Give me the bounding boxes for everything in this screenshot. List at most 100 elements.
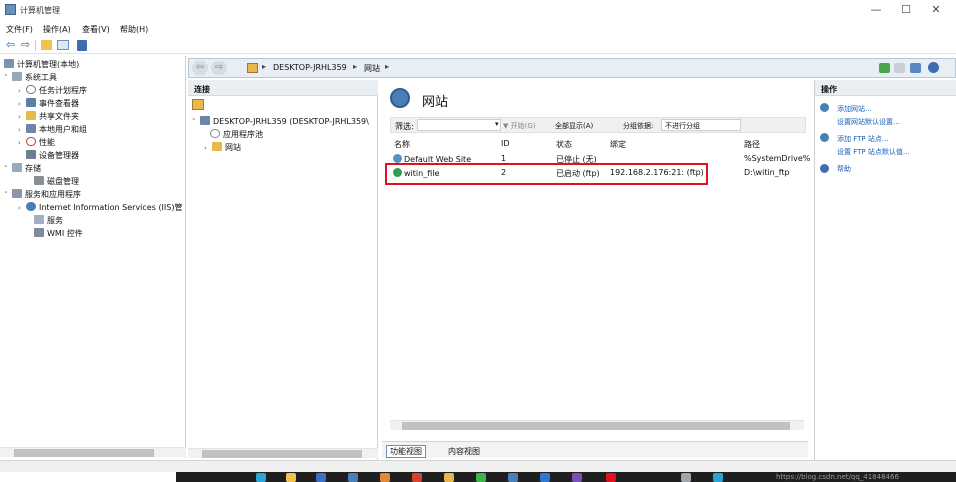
- col-path[interactable]: 路径: [744, 139, 760, 150]
- clock-icon: [26, 85, 36, 94]
- taskbar-edge-icon[interactable]: [256, 473, 266, 482]
- taskbar-app7-icon[interactable]: [713, 473, 723, 482]
- toolbar-divider: [35, 40, 36, 51]
- action-add-site[interactable]: 添加网站...: [837, 104, 872, 114]
- conn-server-node[interactable]: ˅ DESKTOP-JRHL359 (DESKTOP-JRHL359\: [192, 116, 369, 126]
- help-icon[interactable]: [77, 40, 87, 51]
- back-icon[interactable]: ⇦: [4, 39, 17, 51]
- center-hscrollbar[interactable]: [390, 420, 804, 430]
- computer-management-icon: [5, 4, 16, 15]
- group-by-label: 分组依据:: [623, 122, 654, 130]
- conn-sites[interactable]: › 网站: [204, 142, 241, 153]
- shared-folder-icon: [26, 111, 36, 120]
- filter-dropdown-icon[interactable]: ▾: [495, 120, 499, 128]
- action-site-defaults[interactable]: 设置网站默认设置...: [837, 117, 900, 127]
- tree-scroll-thumb[interactable]: [14, 449, 154, 457]
- console-tree: 计算机管理(本地) ˅ 系统工具 › 任务计划程序 › 事件查看器 › 共享文件夹 › 本…: [0, 56, 186, 458]
- taskbar-app2-icon[interactable]: [508, 473, 518, 482]
- sites-panel: 网站: [382, 80, 808, 440]
- up-folder-icon[interactable]: [41, 40, 52, 50]
- connections-header: 连接: [188, 80, 378, 96]
- conn-hscrollbar[interactable]: [188, 448, 378, 458]
- center-scroll-thumb[interactable]: [402, 422, 790, 430]
- actions-panel: 操作 添加网站... 设置网站默认设置... 添加 FTP 站点... 设置 F…: [814, 80, 956, 460]
- maximize-button[interactable]: ☐: [892, 2, 920, 18]
- taskbar-app-icon[interactable]: [348, 473, 358, 482]
- go-button[interactable]: ▼ 开始(G): [503, 121, 536, 131]
- taskbar-explorer-icon[interactable]: [286, 473, 296, 482]
- connect-icon[interactable]: [192, 99, 204, 110]
- tree-item-iis[interactable]: › Internet Information Services (IIS)管: [18, 202, 182, 213]
- minimize-button[interactable]: —: [862, 2, 890, 18]
- services-icon: [34, 215, 44, 224]
- menu-view[interactable]: 查看(V): [82, 24, 110, 35]
- help-dropdown-icon[interactable]: [928, 62, 939, 73]
- address-separator: ▸: [353, 62, 358, 71]
- tree-item-services[interactable]: 服务: [26, 215, 63, 226]
- refresh-icon[interactable]: [879, 63, 890, 73]
- cell-path: D:\witin_ftp: [744, 168, 790, 177]
- taskbar-app4-icon[interactable]: [572, 473, 582, 482]
- tree-item-task-scheduler[interactable]: › 任务计划程序: [18, 85, 87, 96]
- forward-icon[interactable]: ⇨: [19, 39, 32, 51]
- nav-back-icon[interactable]: ⇦: [192, 61, 208, 75]
- home-icon[interactable]: [910, 63, 921, 73]
- menu-help[interactable]: 帮助(H): [120, 24, 148, 35]
- taskbar-app5-icon[interactable]: [606, 473, 616, 482]
- tree-item-shared-folders[interactable]: › 共享文件夹: [18, 111, 79, 122]
- tab-features-view[interactable]: 功能视图: [386, 445, 426, 458]
- tree-item-system-tools[interactable]: ˅ 系统工具: [4, 72, 57, 83]
- computer-icon: [4, 59, 14, 68]
- show-all-button[interactable]: 全部显示(A): [555, 121, 593, 131]
- action-add-ftp[interactable]: 添加 FTP 站点...: [837, 134, 889, 144]
- address-separator: ▸: [385, 62, 390, 71]
- col-name[interactable]: 名称: [394, 139, 410, 150]
- address-segment-server[interactable]: DESKTOP-JRHL359: [273, 63, 347, 72]
- taskbar-app6-icon[interactable]: [681, 473, 691, 482]
- close-button[interactable]: ✕: [922, 2, 950, 18]
- tree-item-event-viewer[interactable]: › 事件查看器: [18, 98, 79, 109]
- sites-title: 网站: [422, 95, 449, 110]
- action-ftp-defaults[interactable]: 设置 FTP 站点默认值...: [837, 147, 910, 157]
- nav-forward-icon[interactable]: ⇨: [211, 61, 227, 75]
- server-icon: [247, 63, 258, 73]
- tree-item-computer-management[interactable]: 计算机管理(本地): [4, 59, 79, 70]
- tree-item-disk-management[interactable]: 磁盘管理: [26, 176, 79, 187]
- tree-item-wmi[interactable]: WMI 控件: [26, 228, 83, 239]
- conn-scroll-thumb[interactable]: [202, 450, 362, 458]
- users-icon: [26, 124, 36, 133]
- filter-input[interactable]: [417, 119, 501, 131]
- cell-id: 1: [501, 154, 507, 163]
- show-hide-tree-icon[interactable]: [57, 40, 69, 50]
- col-id[interactable]: ID: [501, 139, 510, 148]
- tree-item-services-apps[interactable]: ˅ 服务和应用程序: [4, 189, 81, 200]
- taskbar-app3-icon[interactable]: [540, 473, 550, 482]
- stop-icon[interactable]: [894, 63, 905, 73]
- col-binding[interactable]: 绑定: [610, 139, 626, 150]
- taskbar-ppt-icon[interactable]: [380, 473, 390, 482]
- filter-label: 筛选:: [395, 122, 414, 131]
- services-apps-icon: [12, 189, 22, 198]
- tree-item-device-manager[interactable]: 设备管理器: [18, 150, 79, 161]
- tree-item-local-users[interactable]: › 本地用户和组: [18, 124, 87, 135]
- group-by-select[interactable]: 不进行分组: [661, 119, 741, 131]
- iis-icon: [26, 202, 36, 211]
- taskbar-wechat-icon[interactable]: [476, 473, 486, 482]
- taskbar-word-icon[interactable]: [316, 473, 326, 482]
- taskbar-chrome-icon[interactable]: [412, 473, 422, 482]
- tools-icon: [12, 72, 22, 81]
- taskbar-folder-icon[interactable]: [444, 473, 454, 482]
- col-status[interactable]: 状态: [556, 139, 572, 150]
- address-bar: ⇦ ⇨ ▸ DESKTOP-JRHL359 ▸ 网站 ▸: [188, 58, 956, 78]
- tree-item-storage[interactable]: ˅ 存储: [4, 163, 41, 174]
- action-help[interactable]: 帮助: [837, 164, 851, 174]
- tab-content-view[interactable]: 内容视图: [448, 446, 480, 457]
- menu-file[interactable]: 文件(F): [6, 24, 33, 35]
- address-segment-sites[interactable]: 网站: [364, 63, 380, 74]
- tree-hscrollbar[interactable]: [0, 447, 186, 457]
- tree-item-performance[interactable]: › 性能: [18, 137, 55, 148]
- add-ftp-icon: [820, 133, 829, 142]
- conn-app-pools[interactable]: 应用程序池: [210, 129, 263, 140]
- status-bar: [0, 460, 956, 472]
- menu-action[interactable]: 操作(A): [43, 24, 71, 35]
